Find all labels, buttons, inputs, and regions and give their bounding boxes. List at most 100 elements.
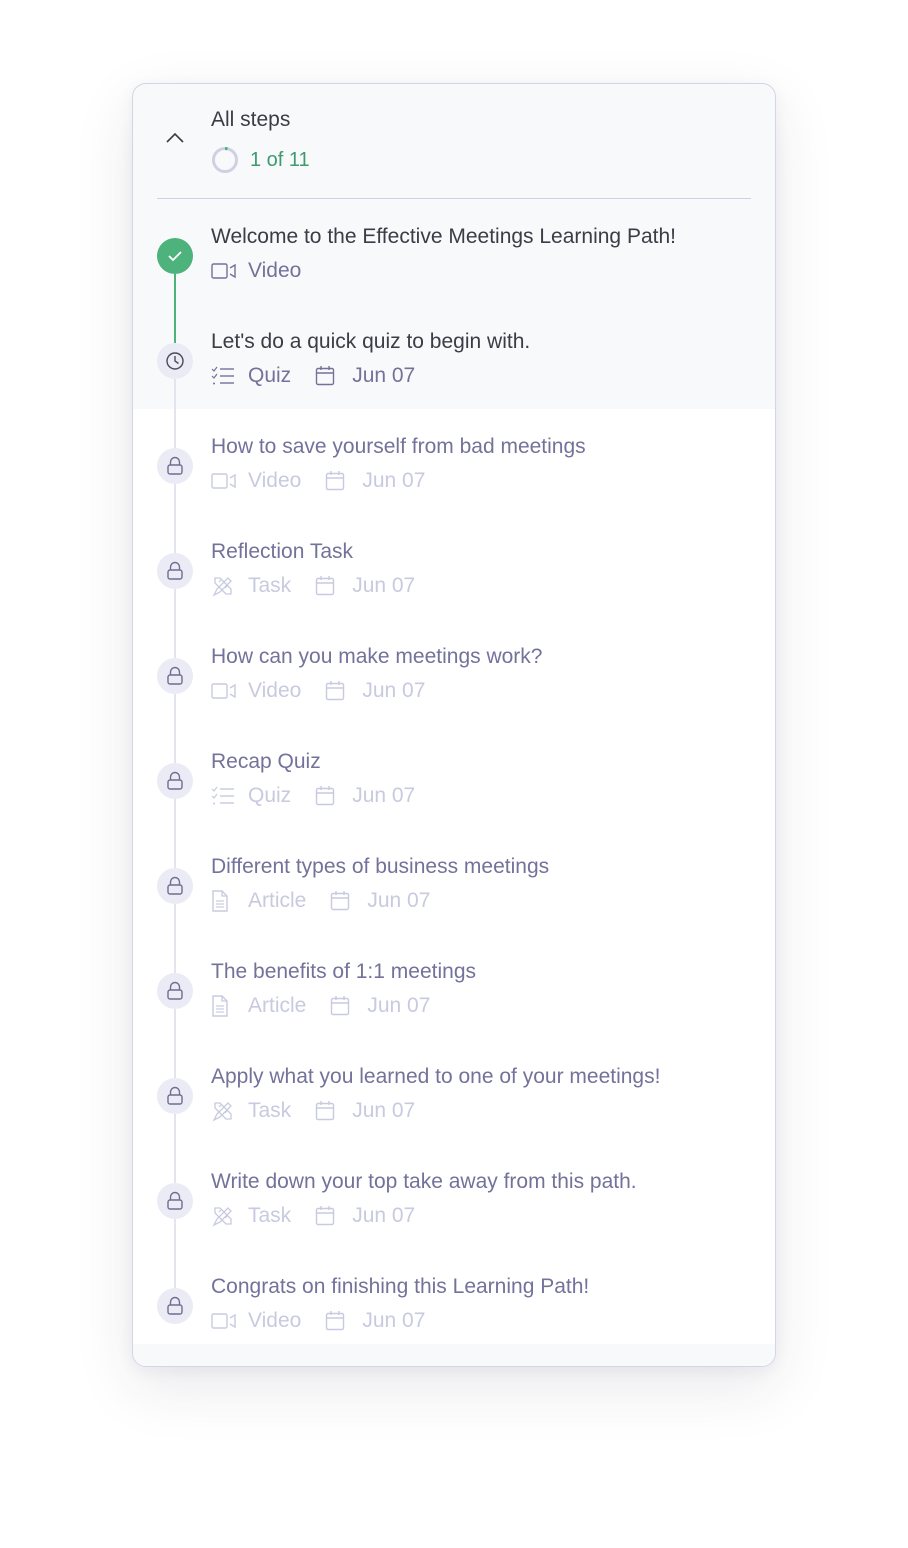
step-title[interactable]: Reflection Task	[211, 540, 353, 564]
document-icon	[211, 890, 237, 912]
step-type: Task	[248, 574, 292, 597]
timeline-connector	[174, 1114, 176, 1144]
checklist-icon	[211, 365, 237, 387]
chevron-up-icon[interactable]	[165, 130, 185, 146]
step-meta: Article Jun 07	[211, 889, 430, 913]
step-title[interactable]: Congrats on finishing this Learning Path…	[211, 1275, 589, 1299]
step-item[interactable]: Congrats on finishing this Learning Path…	[133, 1249, 775, 1354]
step-date: Jun 07	[367, 994, 431, 1017]
calendar-icon	[325, 680, 351, 702]
step-title[interactable]: Welcome to the Effective Meetings Learni…	[211, 225, 676, 249]
steps-list: Welcome to the Effective Meetings Learni…	[133, 199, 775, 1354]
step-type: Quiz	[248, 784, 292, 807]
lock-icon	[157, 1183, 193, 1219]
step-type: Article	[248, 889, 307, 912]
list-bottom-padding	[133, 1344, 775, 1366]
step-date: Jun 07	[352, 574, 416, 597]
video-icon	[211, 470, 237, 492]
step-title[interactable]: The benefits of 1:1 meetings	[211, 960, 476, 984]
step-title[interactable]: Let's do a quick quiz to begin with.	[211, 330, 530, 354]
calendar-icon	[315, 1205, 341, 1227]
clock-icon	[157, 343, 193, 379]
step-meta: Task Jun 07	[211, 574, 415, 598]
step-date: Jun 07	[352, 1099, 416, 1122]
timeline-connector	[174, 1039, 176, 1078]
step-title[interactable]: Different types of business meetings	[211, 855, 549, 879]
step-type: Task	[248, 1204, 292, 1227]
step-item[interactable]: Apply what you learned to one of your me…	[133, 1039, 775, 1144]
step-meta: Quiz Jun 07	[211, 364, 415, 388]
lock-icon	[157, 1078, 193, 1114]
step-title[interactable]: Write down your top take away from this …	[211, 1170, 637, 1194]
step-item[interactable]: Write down your top take away from this …	[133, 1144, 775, 1249]
calendar-icon	[315, 1100, 341, 1122]
learning-path-steps-card: All steps 1 of 11 Welcome to the Effecti…	[132, 83, 776, 1367]
lock-icon	[157, 448, 193, 484]
step-date: Jun 07	[352, 1204, 416, 1227]
timeline-connector	[174, 619, 176, 658]
video-icon	[211, 680, 237, 702]
lock-icon	[157, 553, 193, 589]
step-title[interactable]: Apply what you learned to one of your me…	[211, 1065, 660, 1089]
lock-icon	[157, 763, 193, 799]
step-date: Jun 07	[352, 364, 416, 387]
timeline-connector	[174, 904, 176, 934]
timeline-connector	[174, 1009, 176, 1039]
step-item[interactable]: Let's do a quick quiz to begin with. Quiz…	[133, 304, 775, 409]
step-item[interactable]: How can you make meetings work? Video Jun …	[133, 619, 775, 724]
step-item[interactable]: Different types of business meetings Arti…	[133, 829, 775, 934]
calendar-icon	[325, 1310, 351, 1332]
progress-text: 1 of 11	[250, 148, 310, 171]
timeline-connector	[174, 1249, 176, 1288]
calendar-icon	[330, 890, 356, 912]
steps-header[interactable]: All steps 1 of 11	[133, 84, 775, 199]
lock-icon	[157, 1288, 193, 1324]
timeline-connector	[174, 1219, 176, 1249]
timeline-connector	[174, 409, 176, 448]
step-item[interactable]: Welcome to the Effective Meetings Learni…	[133, 199, 775, 304]
step-type: Video	[248, 679, 302, 702]
progress-ring-icon	[212, 147, 238, 173]
step-type: Quiz	[248, 364, 292, 387]
step-meta: Task Jun 07	[211, 1099, 415, 1123]
lock-icon	[157, 658, 193, 694]
lock-icon	[157, 868, 193, 904]
step-title[interactable]: How can you make meetings work?	[211, 645, 542, 669]
timeline-connector	[174, 724, 176, 763]
progress-indicator: 1 of 11	[211, 146, 310, 174]
timeline-connector	[174, 589, 176, 619]
step-type: Article	[248, 994, 307, 1017]
step-item[interactable]: Recap Quiz Quiz Jun 07	[133, 724, 775, 829]
timeline-connector	[174, 934, 176, 973]
tools-icon	[211, 1205, 237, 1227]
step-item[interactable]: Reflection Task Task Jun 07	[133, 514, 775, 619]
step-date: Jun 07	[362, 1309, 426, 1332]
timeline-connector	[174, 1144, 176, 1183]
timeline-connector	[174, 514, 176, 553]
step-meta: Video	[211, 259, 301, 283]
timeline-connector	[174, 304, 176, 343]
steps-title: All steps	[211, 108, 291, 131]
step-date: Jun 07	[352, 784, 416, 807]
document-icon	[211, 995, 237, 1017]
step-item[interactable]: The benefits of 1:1 meetings Article Jun 0…	[133, 934, 775, 1039]
step-title[interactable]: How to save yourself from bad meetings	[211, 435, 586, 459]
step-item[interactable]: How to save yourself from bad meetings Vi…	[133, 409, 775, 514]
step-meta: Video Jun 07	[211, 679, 425, 703]
step-meta: Video Jun 07	[211, 1309, 425, 1333]
timeline-connector	[174, 829, 176, 868]
step-title[interactable]: Recap Quiz	[211, 750, 321, 774]
step-meta: Article Jun 07	[211, 994, 430, 1018]
check-icon	[157, 238, 193, 274]
video-icon	[211, 260, 237, 282]
lock-icon	[157, 973, 193, 1009]
step-meta: Task Jun 07	[211, 1204, 415, 1228]
calendar-icon	[315, 365, 341, 387]
timeline-connector	[174, 484, 176, 514]
step-type: Video	[248, 259, 302, 282]
step-date: Jun 07	[362, 679, 426, 702]
timeline-connector	[174, 694, 176, 724]
step-meta: Quiz Jun 07	[211, 784, 415, 808]
calendar-icon	[315, 575, 341, 597]
tools-icon	[211, 575, 237, 597]
